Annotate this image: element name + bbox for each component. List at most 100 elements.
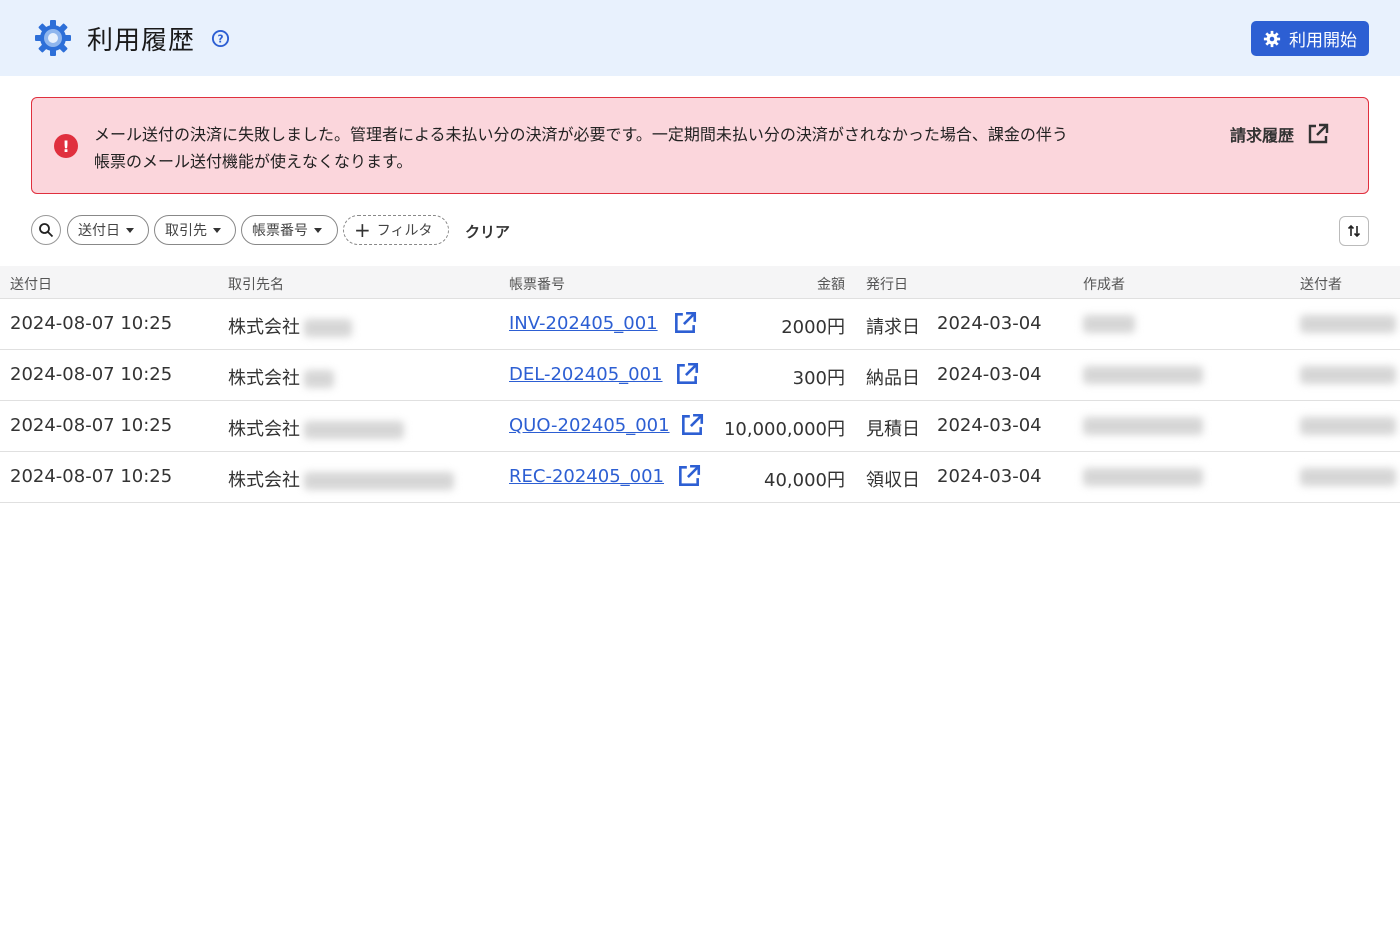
cell-client: 株式会社: [228, 415, 404, 441]
caret-down-icon: [213, 227, 221, 233]
external-link-icon[interactable]: [676, 463, 702, 489]
redacted-text: [304, 319, 352, 337]
alert-message-line-2: 帳票のメール送付機能が使えなくなります。: [94, 152, 413, 171]
cell-creator: [1083, 466, 1203, 487]
redacted-text: [1083, 366, 1203, 384]
redacted-text: [1300, 417, 1396, 435]
column-header-doc-number[interactable]: 帳票番号: [509, 274, 565, 294]
cell-client: 株式会社: [228, 313, 352, 339]
table-row[interactable]: 2024-08-07 10:25 株式会社 INV-202405_001 200…: [0, 299, 1400, 350]
table-header: 送付日 取引先名 帳票番号 金額 発行日 作成者 送付者: [0, 266, 1400, 299]
cell-date-type: 領収日: [866, 470, 920, 491]
cell-issue-date: 2024-03-04: [937, 415, 1042, 436]
usage-history-table: 送付日 取引先名 帳票番号 金額 発行日 作成者 送付者 2024-08-07 …: [0, 266, 1400, 503]
alert-message-line-1: メール送付の決済に失敗しました。管理者による未払い分の決済が必要です。一定期間未…: [94, 125, 1068, 144]
column-header-sent-date[interactable]: 送付日: [10, 274, 52, 294]
cell-sender: [1300, 364, 1396, 385]
cell-sender: [1300, 415, 1396, 436]
cell-sent-date: 2024-08-07 10:25: [10, 466, 173, 487]
client-name: 株式会社: [228, 368, 300, 389]
filter-chip-sent-date[interactable]: 送付日: [67, 215, 149, 245]
cell-sender: [1300, 313, 1396, 334]
cell-creator: [1083, 313, 1135, 334]
payment-error-alert: ! メール送付の決済に失敗しました。管理者による未払い分の決済が必要です。一定期…: [31, 97, 1369, 194]
redacted-text: [1083, 315, 1135, 333]
cell-date-type: 見積日: [866, 419, 920, 440]
cell-client: 株式会社: [228, 466, 454, 492]
cell-sent-date: 2024-08-07 10:25: [10, 415, 173, 436]
filter-bar: 送付日 取引先 帳票番号 + フィルタ クリア: [31, 215, 1369, 246]
filter-chip-client[interactable]: 取引先: [154, 215, 236, 245]
table-row[interactable]: 2024-08-07 10:25 株式会社 QUO-202405_001 10,…: [0, 401, 1400, 452]
cell-amount: 10,000,000円: [723, 419, 845, 440]
doc-number-link[interactable]: REC-202405_001: [509, 466, 664, 487]
plus-icon: +: [354, 218, 371, 242]
search-icon: [39, 223, 54, 238]
redacted-text: [1300, 366, 1396, 384]
clear-button[interactable]: クリア: [465, 221, 510, 242]
doc-number-link[interactable]: INV-202405_001: [509, 313, 658, 334]
alert-message: メール送付の決済に失敗しました。管理者による未払い分の決済が必要です。一定期間未…: [94, 121, 1204, 175]
cell-sent-date: 2024-08-07 10:25: [10, 313, 173, 334]
caret-down-icon: [126, 227, 134, 233]
cell-amount: 300円: [792, 368, 845, 389]
caret-down-icon: [314, 227, 322, 233]
external-link-icon[interactable]: [674, 361, 700, 387]
cell-date-type: 納品日: [866, 368, 920, 389]
chip-label: 取引先: [165, 223, 207, 239]
redacted-text: [1083, 417, 1203, 435]
cell-issue-date: 2024-03-04: [937, 364, 1042, 385]
cell-amount: 40,000円: [764, 470, 845, 491]
client-name: 株式会社: [228, 317, 300, 338]
cell-creator: [1083, 415, 1203, 436]
redacted-text: [304, 472, 454, 490]
cell-doc-number: DEL-202405_001: [509, 364, 663, 385]
search-button[interactable]: [31, 215, 61, 245]
external-link-icon[interactable]: [672, 310, 698, 336]
page-title: 利用履歴: [87, 26, 196, 56]
client-name: 株式会社: [228, 470, 300, 491]
cell-doc-number: REC-202405_001: [509, 466, 664, 487]
svg-text:?: ?: [217, 33, 223, 45]
external-link-icon: [1308, 123, 1329, 144]
cell-creator: [1083, 364, 1203, 385]
gear-icon: [35, 20, 71, 56]
cell-client: 株式会社: [228, 364, 334, 390]
cell-doc-number: INV-202405_001: [509, 313, 658, 334]
add-filter-button[interactable]: + フィルタ: [343, 215, 449, 245]
redacted-text: [1300, 315, 1396, 333]
cell-amount: 2000円: [781, 317, 845, 338]
redacted-text: [1300, 468, 1396, 486]
redacted-text: [304, 421, 404, 439]
column-header-client[interactable]: 取引先名: [228, 274, 284, 294]
sort-icon: [1347, 224, 1361, 238]
client-name: 株式会社: [228, 419, 300, 440]
cell-doc-number: QUO-202405_001: [509, 415, 670, 436]
billing-history-label: 請求履歴: [1230, 126, 1295, 145]
start-usage-button[interactable]: 利用開始: [1251, 21, 1369, 56]
redacted-text: [304, 370, 334, 388]
billing-history-link[interactable]: 請求履歴: [1230, 122, 1330, 146]
cell-issue-date: 2024-03-04: [937, 313, 1042, 334]
column-header-sender[interactable]: 送付者: [1300, 274, 1342, 294]
error-icon: !: [54, 134, 78, 158]
gear-icon: [1263, 30, 1281, 47]
sort-button[interactable]: [1339, 216, 1369, 246]
filter-chip-doc-number[interactable]: 帳票番号: [241, 215, 338, 245]
chip-label: 帳票番号: [252, 223, 308, 239]
cell-issue-date: 2024-03-04: [937, 466, 1042, 487]
doc-number-link[interactable]: QUO-202405_001: [509, 415, 670, 436]
chip-label: 送付日: [78, 223, 120, 239]
column-header-issue-date[interactable]: 発行日: [866, 274, 908, 294]
column-header-creator[interactable]: 作成者: [1083, 274, 1125, 294]
cell-sent-date: 2024-08-07 10:25: [10, 364, 173, 385]
doc-number-link[interactable]: DEL-202405_001: [509, 364, 663, 385]
help-icon[interactable]: ?: [211, 29, 230, 48]
table-row[interactable]: 2024-08-07 10:25 株式会社 REC-202405_001 40,…: [0, 452, 1400, 503]
column-header-amount[interactable]: 金額: [760, 274, 845, 294]
table-row[interactable]: 2024-08-07 10:25 株式会社 DEL-202405_001 300…: [0, 350, 1400, 401]
start-usage-label: 利用開始: [1289, 31, 1357, 51]
page-header: 利用履歴 ? 利用開始: [0, 0, 1400, 76]
cell-sender: [1300, 466, 1396, 487]
add-filter-label: フィルタ: [376, 223, 433, 239]
